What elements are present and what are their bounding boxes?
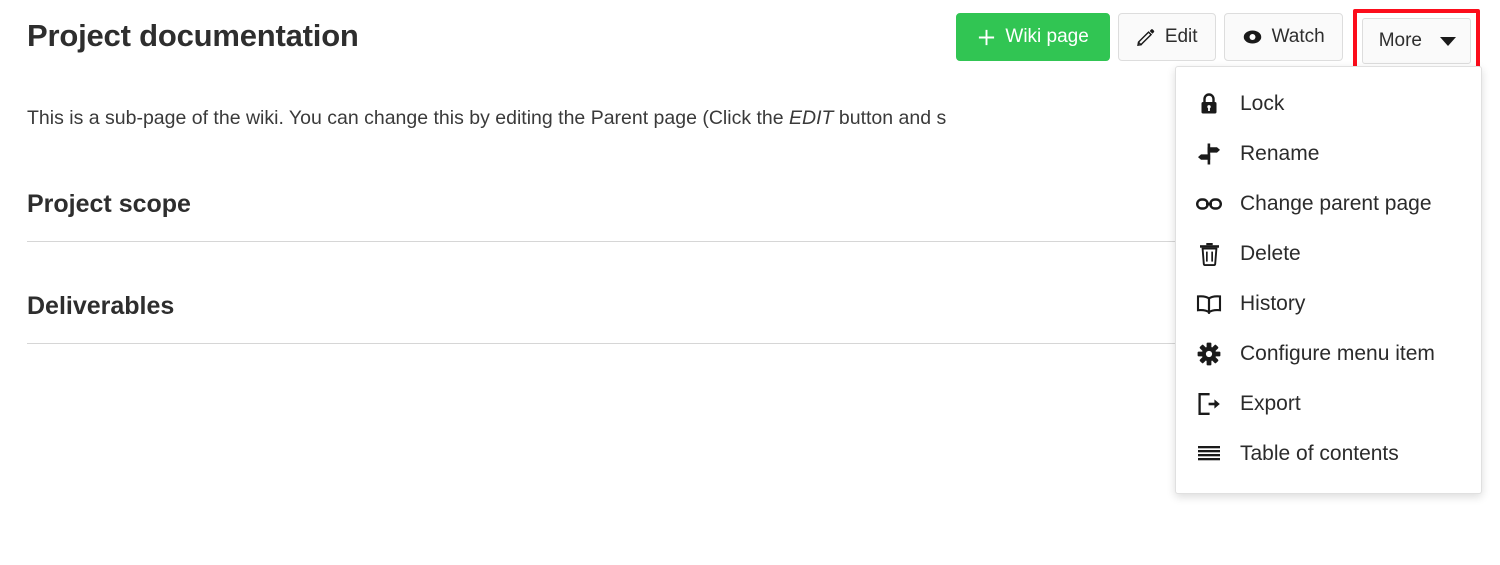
menu-item-change-parent-page[interactable]: Change parent page: [1176, 179, 1481, 229]
chevron-down-icon: [1440, 36, 1456, 46]
menu-item-delete[interactable]: Delete: [1176, 229, 1481, 279]
more-dropdown-menu: Lock Rename Change parent page Delete Hi…: [1175, 66, 1482, 494]
more-button[interactable]: More: [1361, 18, 1471, 64]
menu-item-lock[interactable]: Lock: [1176, 79, 1481, 129]
link-icon: [1194, 197, 1224, 211]
pencil-icon: [1136, 27, 1156, 47]
menu-item-rename[interactable]: Rename: [1176, 129, 1481, 179]
new-wiki-page-label: Wiki page: [1005, 26, 1089, 47]
plus-icon: [977, 28, 996, 47]
eye-icon: [1242, 29, 1263, 45]
menu-item-table-of-contents[interactable]: Table of contents: [1176, 429, 1481, 479]
signpost-icon: [1194, 142, 1224, 166]
page-title: Project documentation: [27, 18, 359, 53]
menu-item-label: Change parent page: [1240, 192, 1432, 215]
intro-text-before: This is a sub-page of the wiki. You can …: [27, 107, 790, 129]
section-heading-project-scope: Project scope: [27, 190, 191, 218]
export-icon: [1194, 392, 1224, 416]
more-button-highlight: More: [1352, 9, 1480, 73]
watch-label: Watch: [1271, 26, 1325, 47]
book-icon: [1194, 294, 1224, 314]
intro-emphasis: EDIT: [789, 107, 834, 129]
list-lines-icon: [1194, 445, 1224, 463]
menu-item-label: Table of contents: [1240, 442, 1399, 465]
menu-item-history[interactable]: History: [1176, 279, 1481, 329]
edit-label: Edit: [1164, 26, 1198, 47]
watch-button[interactable]: Watch: [1223, 13, 1343, 61]
edit-button[interactable]: Edit: [1117, 13, 1216, 61]
menu-item-label: Rename: [1240, 142, 1320, 165]
gear-icon: [1194, 342, 1224, 366]
menu-item-label: Export: [1240, 392, 1301, 415]
menu-item-label: History: [1240, 292, 1306, 315]
page-header: Project documentation Wiki page Edit Wat…: [0, 0, 1500, 76]
page-action-buttons: Wiki page Edit Watch More: [956, 9, 1480, 73]
menu-item-label: Lock: [1240, 92, 1285, 115]
more-label: More: [1378, 30, 1422, 51]
menu-item-configure-menu-item[interactable]: Configure menu item: [1176, 329, 1481, 379]
menu-item-export[interactable]: Export: [1176, 379, 1481, 429]
menu-item-label: Configure menu item: [1240, 342, 1435, 365]
trash-icon: [1194, 242, 1224, 266]
menu-item-label: Delete: [1240, 242, 1301, 265]
intro-text-after: button and s: [833, 107, 947, 129]
section-heading-deliverables: Deliverables: [27, 292, 175, 320]
lock-icon: [1194, 92, 1224, 116]
new-wiki-page-button[interactable]: Wiki page: [956, 13, 1110, 61]
